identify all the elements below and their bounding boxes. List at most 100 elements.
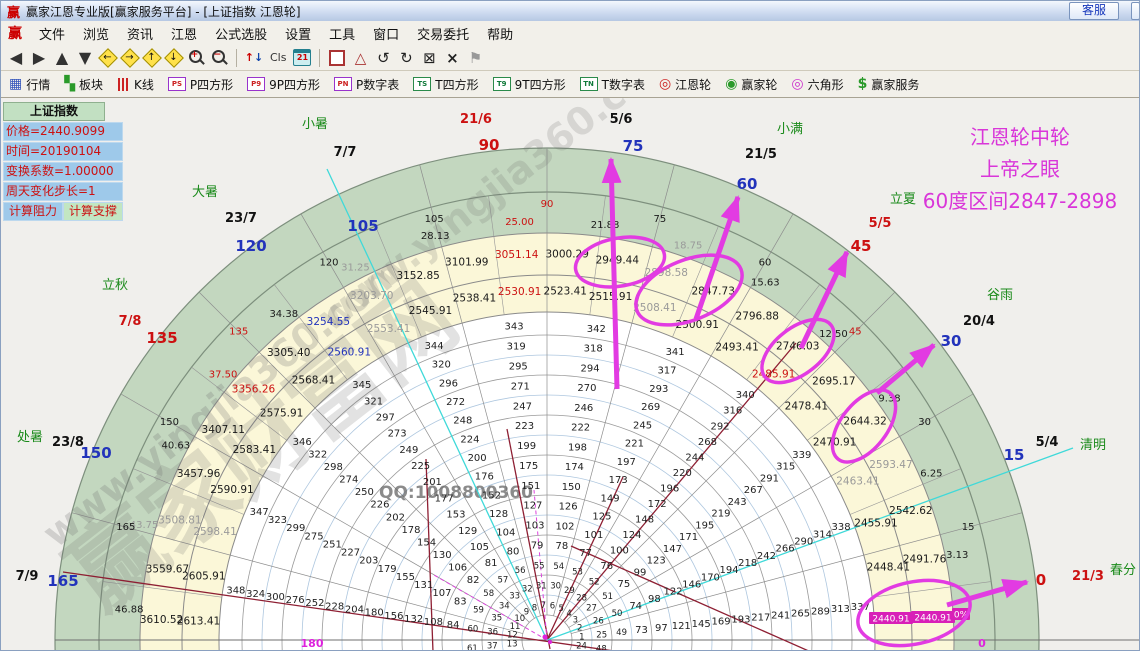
svg-text:315: 315 [776,462,795,473]
svg-text:175: 175 [519,461,538,472]
triangle-tool-icon[interactable]: △ [351,49,369,67]
tool-winner-wheel[interactable]: ◉ 赢家轮 [725,76,777,93]
square-tool-icon[interactable] [329,49,346,66]
zoom-in-icon[interactable]: + [187,49,205,67]
svg-text:104: 104 [496,528,515,539]
tool-t-table[interactable]: TN T数字表 [579,76,645,93]
svg-text:193: 193 [731,615,750,626]
diamond-left-icon[interactable]: ← [99,49,116,66]
svg-text:297: 297 [376,413,395,424]
svg-text:228: 228 [325,601,344,612]
svg-text:271: 271 [511,381,530,392]
svg-text:15.63: 15.63 [751,277,780,288]
svg-text:179: 179 [378,564,397,575]
tool-quotes[interactable]: ▦ 行情 [9,76,50,93]
menu-item[interactable]: 设置 [276,22,320,45]
tool-t-square[interactable]: TS T四方形 [413,76,479,93]
up-triangle-icon[interactable]: ▲ [53,48,71,67]
diamond-up-icon[interactable]: ↑ [143,49,160,66]
svg-text:105: 105 [470,542,489,553]
menu-item[interactable]: 窗口 [364,22,408,45]
svg-text:9.38: 9.38 [878,394,900,405]
svg-text:8: 8 [532,603,537,613]
svg-text:45: 45 [851,237,872,255]
svg-text:6: 6 [550,601,555,611]
back-icon[interactable]: ◀ [7,48,25,67]
svg-text:299: 299 [286,523,305,534]
customer-service-button[interactable]: 客服 [1069,2,1119,20]
svg-text:37: 37 [487,642,498,651]
diamond-right-icon[interactable]: → [121,49,138,66]
tool-p-square[interactable]: PS P四方形 [167,76,233,93]
calendar-icon[interactable]: 21 [293,49,312,66]
svg-text:171: 171 [679,532,698,543]
svg-text:344: 344 [425,341,444,352]
svg-text:77: 77 [579,548,592,559]
svg-text:172: 172 [648,499,667,510]
svg-text:28.13: 28.13 [421,231,450,242]
svg-text:32: 32 [522,585,533,595]
menu-item[interactable]: 资讯 [118,22,162,45]
svg-text:3.13: 3.13 [946,550,968,561]
svg-text:200: 200 [468,453,487,464]
tool-sectors[interactable]: ▚ 板块 [64,76,103,93]
svg-text:2493.41: 2493.41 [715,341,758,353]
svg-text:21/3: 21/3 [1072,569,1104,584]
menu-item[interactable]: 公式选股 [206,22,276,45]
svg-text:50: 50 [612,609,623,619]
tool-kline[interactable]: K线 [117,76,154,93]
svg-text:28: 28 [576,593,587,603]
svg-text:293: 293 [649,384,668,395]
svg-text:225: 225 [411,461,430,472]
menu-item[interactable]: 帮助 [478,22,522,45]
tool-9p-square[interactable]: P9 9P四方形 [247,76,320,93]
svg-text:2515.91: 2515.91 [589,291,632,303]
tool-service[interactable]: $ 赢家服务 [858,76,920,93]
forward-icon[interactable]: ▶ [30,48,48,67]
updown-icon[interactable]: ↑ ↓ [245,49,263,67]
menu-item[interactable]: 交易委托 [408,22,478,45]
zoom-out-icon[interactable]: − [210,49,228,67]
svg-text:170: 170 [701,572,720,583]
dollar-icon: $ [857,76,868,92]
svg-text:3152.85: 3152.85 [396,270,439,282]
menu-item[interactable]: 文件 [30,22,74,45]
svg-text:春分: 春分 [1110,563,1136,578]
svg-text:294: 294 [580,363,599,374]
menu-item[interactable]: 工具 [320,22,364,45]
svg-text:320: 320 [432,360,451,371]
svg-text:342: 342 [587,324,606,335]
svg-text:75: 75 [617,579,630,590]
annotation-line: 江恩轮中轮 [970,125,1070,149]
svg-text:2485.91: 2485.91 [752,369,795,381]
boxed-x-icon[interactable]: ⊠ [420,49,438,67]
rotate-ccw-icon[interactable]: ↺ [374,49,392,67]
tool-gann-wheel[interactable]: ◎ 江恩轮 [659,76,711,93]
svg-text:108: 108 [424,617,443,628]
calc-resistance-button[interactable]: 计算阻力 [3,202,63,221]
menu-item[interactable]: 浏览 [74,22,118,45]
menu-item[interactable]: 江恩 [162,22,206,45]
rotate-cw-icon[interactable]: ↻ [397,49,415,67]
tool-p-table[interactable]: PN P数字表 [334,76,399,93]
svg-text:149: 149 [600,493,619,504]
pin-icon[interactable]: ⚑ [466,49,484,67]
svg-text:340: 340 [736,390,755,401]
collapse-icon[interactable]: × [443,49,461,67]
diamond-down-icon[interactable]: ↓ [165,49,182,66]
down-triangle-icon[interactable]: ▼ [76,48,94,67]
svg-text:2598.41: 2598.41 [193,526,236,538]
tool-9t-square[interactable]: T9 9T四方形 [492,76,566,93]
svg-text:219: 219 [711,509,730,520]
calc-support-button[interactable]: 计算支撑 [63,202,123,221]
candlestick-icon [117,77,131,91]
cut-off-button[interactable] [1131,2,1139,20]
svg-text:2949.44: 2949.44 [596,254,640,266]
svg-text:120: 120 [235,237,266,255]
tool-hexagon[interactable]: ◎ 六角形 [791,76,843,93]
svg-text:246: 246 [574,403,593,414]
svg-text:135: 135 [146,329,177,347]
svg-text:295: 295 [509,362,528,373]
svg-text:45: 45 [849,327,862,338]
cls-button[interactable]: Cls [268,49,288,67]
